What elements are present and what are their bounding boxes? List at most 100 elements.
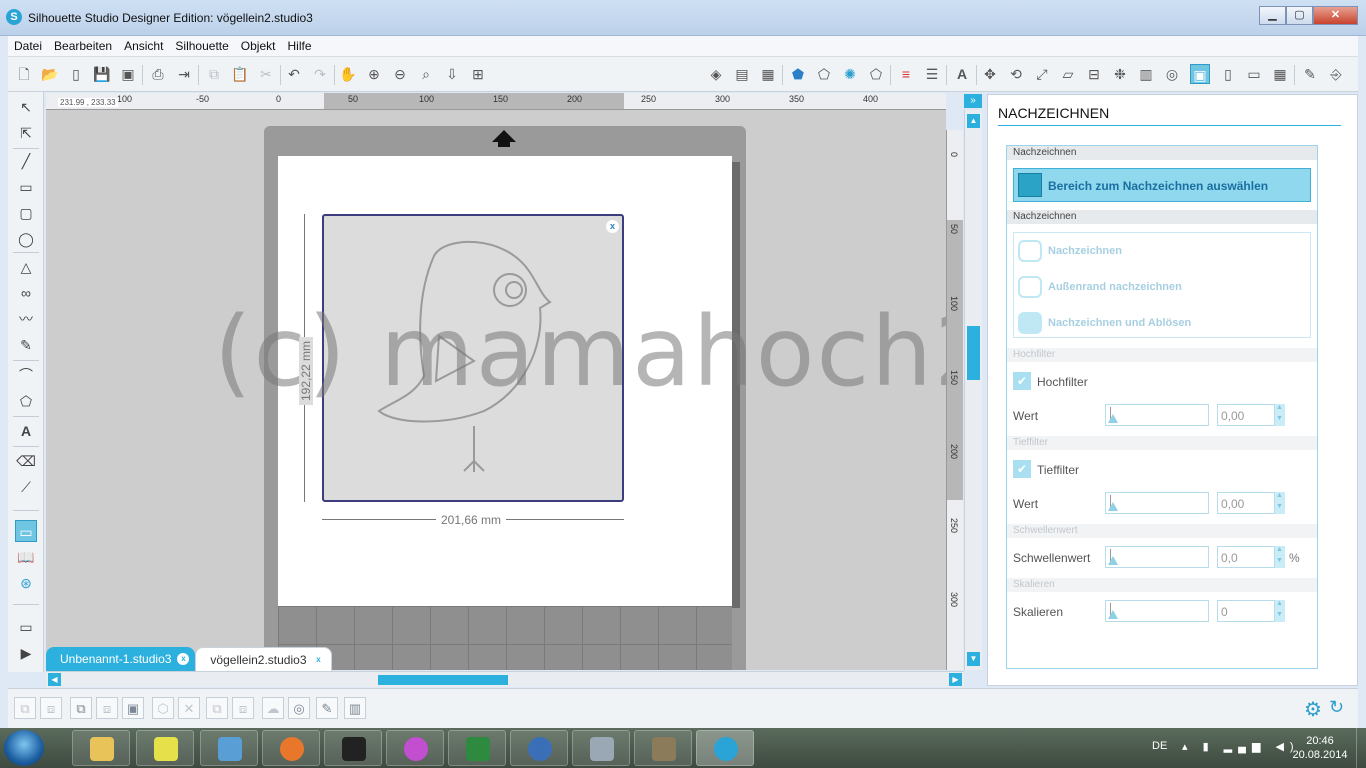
line-tool-icon[interactable]: ╱ [15,150,37,172]
line-color-stripes-icon[interactable]: ≡ [896,64,916,84]
play-icon[interactable]: ▶ [15,642,37,664]
close-selection-icon[interactable]: x [606,220,619,233]
scroll-down-icon[interactable]: ▼ [967,652,980,666]
tab-unbenannt-1[interactable]: Unbenannt-1.studio3 x [46,647,196,671]
scale-input[interactable]: 0 [1217,600,1275,622]
design-canvas[interactable]: x (c) mamahoch2 201,66 mm 192,22 mm [46,110,946,670]
highpass-slider[interactable] [1105,404,1209,426]
trace-icon[interactable]: ▣ [1190,64,1210,84]
align-icon[interactable]: ⊟ [1084,64,1104,84]
firefox-taskbar-button[interactable] [262,730,320,766]
delete-icon[interactable]: ✕ [178,697,200,719]
highpass-input[interactable]: 0,00 [1217,404,1275,426]
open-folder-icon[interactable]: 📂 [40,64,60,84]
explorer-taskbar-button[interactable] [72,730,130,766]
modify-icon[interactable]: ▥ [1136,64,1156,84]
fill-color-icon[interactable]: ◈ [706,64,726,84]
horizontal-scrollbar[interactable]: ◀ ▶ [46,671,964,687]
close-tab-icon[interactable]: x [313,654,325,666]
paste-icon[interactable]: 📋 [230,64,250,84]
polygon-tool-icon[interactable]: △ [15,256,37,278]
duplicate-icon[interactable]: ⧉ [206,697,228,719]
print-icon[interactable]: ⎙ [148,64,168,84]
thunderbird-taskbar-button[interactable] [510,730,568,766]
select-arrow-icon[interactable]: ↖ [15,96,37,118]
photo-viewer-taskbar-button[interactable] [200,730,258,766]
library-book-icon[interactable]: 📖 [15,546,37,568]
trace-button[interactable]: Nachzeichnen [1018,237,1308,265]
online-store-icon[interactable]: ⊛ [15,572,37,594]
settings-gear-icon[interactable]: ⚙ [1304,697,1322,722]
vertical-scroll-thumb[interactable] [967,326,980,380]
copy-icon[interactable]: ⧉ [204,64,224,84]
close-tab-icon[interactable]: x [177,653,190,665]
slider-knob[interactable] [1108,610,1118,619]
scale-spinner[interactable] [1275,600,1285,622]
cut-icon[interactable]: ✂ [256,64,276,84]
scroll-left-icon[interactable]: ◀ [48,673,61,686]
save-icon[interactable]: 💾 [92,64,112,84]
menu-silhouette[interactable]: Silhouette [169,39,234,53]
release-compound-path-icon[interactable]: ⧈ [96,697,118,719]
rotate-icon[interactable]: ⟲ [1006,64,1026,84]
curve-tool-icon[interactable]: ∞ [15,282,37,304]
scale-slider[interactable] [1105,600,1209,622]
shear-icon[interactable]: ▱ [1058,64,1078,84]
language-indicator[interactable]: DE [1152,740,1167,752]
rectangle-tool-icon[interactable]: ▭ [15,176,37,198]
bring-to-front-icon[interactable]: ▣ [122,697,144,719]
layers-icon[interactable]: ▥ [344,697,366,719]
panel-window-icon[interactable]: ▭ [15,616,37,638]
pan-hand-icon[interactable]: ✋ [338,64,358,84]
text-tool-icon[interactable]: A [15,420,37,442]
group-icon[interactable]: ⧉ [14,697,36,719]
gimp-taskbar-button[interactable] [634,730,692,766]
threshold-slider[interactable] [1105,546,1209,568]
weld-icon[interactable]: ⬡ [152,697,174,719]
send-to-silhouette-icon[interactable]: ⎆ [1326,64,1346,84]
redo-icon[interactable]: ↷ [310,64,330,84]
lowpass-checkbox[interactable]: ✔ [1013,460,1031,478]
knife-bottom-icon[interactable]: ✎ [316,697,338,719]
lowpass-spinner[interactable] [1275,492,1285,514]
menu-hilfe[interactable]: Hilfe [281,39,317,53]
line-style-icon[interactable]: ✺ [840,64,860,84]
library-icon[interactable]: ▯ [66,64,86,84]
lowpass-slider[interactable] [1105,492,1209,514]
trace-and-detach-button[interactable]: Nachzeichnen und Ablösen [1018,309,1308,337]
zoom-out-icon[interactable]: ⊖ [390,64,410,84]
tab-voegellein2[interactable]: vögellein2.studio3 x [195,647,332,671]
highpass-checkbox[interactable]: ✔ [1013,372,1031,390]
text-style-icon[interactable]: A [952,64,972,84]
transform-icon[interactable]: ✥ [980,64,1000,84]
fit-to-page-icon[interactable]: ⊞ [468,64,488,84]
shape-edit-icon[interactable]: ⬠ [866,64,886,84]
menu-bearbeiten[interactable]: Bearbeiten [48,39,118,53]
close-button[interactable]: ✕ [1313,6,1358,25]
sync-icon[interactable]: ↻ [1329,697,1344,718]
threshold-input[interactable]: 0,0 [1217,546,1275,568]
slider-knob[interactable] [1108,556,1118,565]
trace-outer-edge-button[interactable]: Außenrand nachzeichnen [1018,273,1308,301]
zoom-selection-icon[interactable]: ⌕ [416,64,436,84]
menu-objekt[interactable]: Objekt [235,39,282,53]
registration-marks-icon[interactable]: ▭ [1244,64,1264,84]
excel-taskbar-button[interactable] [448,730,506,766]
threshold-spinner[interactable] [1275,546,1285,568]
scroll-up-icon[interactable]: ▲ [967,114,980,128]
save-to-library-icon[interactable]: ▣ [118,64,138,84]
offset-ring-icon[interactable]: ◎ [288,697,310,719]
inkscape-taskbar-button[interactable] [324,730,382,766]
menu-datei[interactable]: Datei [8,39,48,53]
make-compound-path-icon[interactable]: ⧉ [70,697,92,719]
knife-tool-icon[interactable]: ⟋ [15,476,37,498]
zoom-drag-icon[interactable]: ⇩ [442,64,462,84]
send-to-cutter-icon[interactable]: ⇥ [174,64,194,84]
page-setup-icon[interactable]: ▯ [1218,64,1238,84]
silhouette-taskbar-button[interactable] [696,730,754,766]
shape-library-icon[interactable]: ☁ [262,697,284,719]
horizontal-scroll-thumb[interactable] [378,675,508,685]
minimize-button[interactable]: ▁ [1259,6,1286,25]
scroll-right-icon[interactable]: ▶ [949,673,962,686]
ungroup-icon[interactable]: ⧈ [40,697,62,719]
